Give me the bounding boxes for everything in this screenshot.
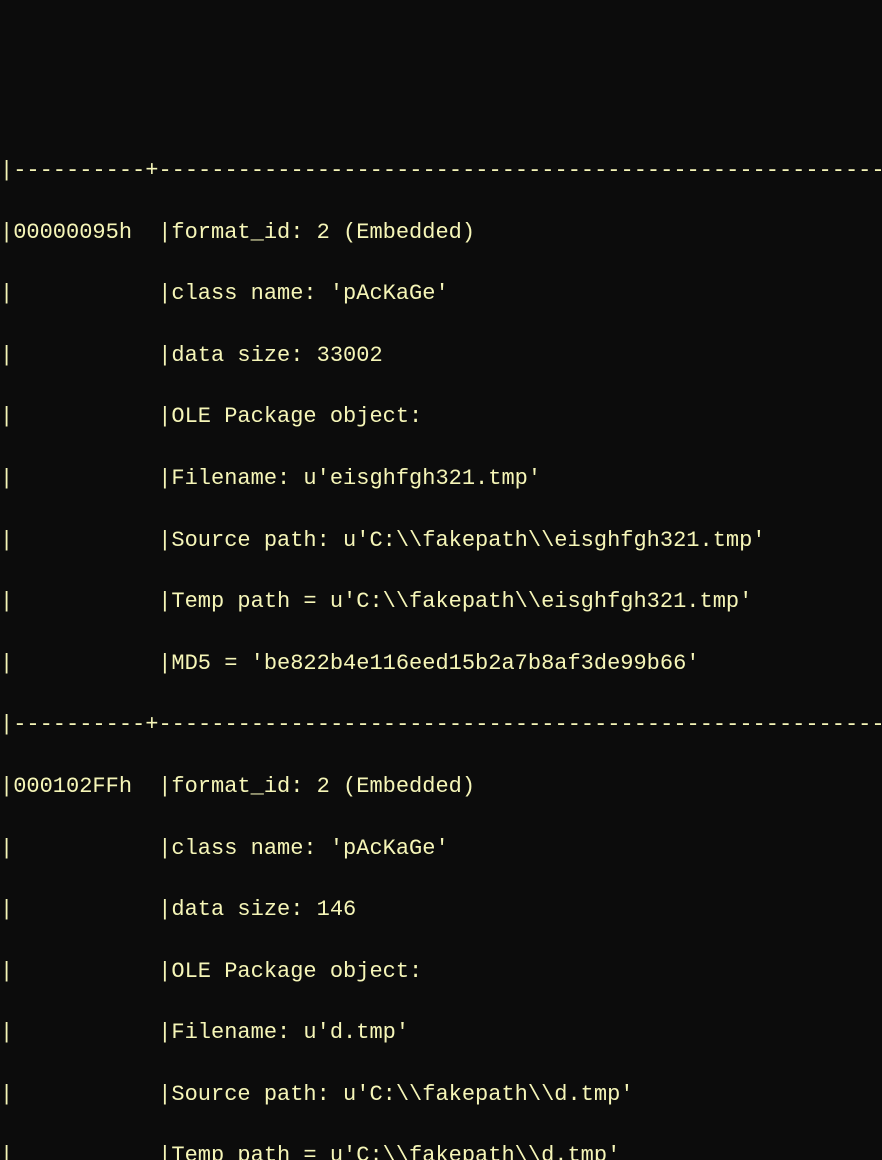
md5-cell: MD5 = 'be822b4e116eed15b2a7b8af3de99b66' (171, 649, 699, 680)
temp-path-cell: Temp path = u'C:\\fakepath\\eisghfgh321.… (171, 587, 752, 618)
filename-cell: Filename: u'd.tmp' (171, 1018, 409, 1049)
offset-cell: 000102FFh (13, 772, 158, 803)
divider-left: ---------- (13, 710, 145, 741)
ole-header-cell: OLE Package object: (171, 957, 422, 988)
offset-cell: 00000095h (13, 218, 158, 249)
terminal-output: |----------+----------------------------… (0, 125, 882, 1160)
filename-cell: Filename: u'eisghfgh321.tmp' (171, 464, 541, 495)
divider-left: ---------- (13, 156, 145, 187)
entry-row: ||MD5 = 'be822b4e116eed15b2a7b8af3de99b6… (0, 649, 882, 680)
class-name-cell: class name: 'pAcKaGe' (171, 279, 448, 310)
format-id-cell: format_id: 2 (Embedded) (171, 772, 475, 803)
entry-row: ||class name: 'pAcKaGe' (0, 834, 882, 865)
entry-row: ||data size: 146 (0, 895, 882, 926)
entry-row: |000102FFh|format_id: 2 (Embedded) (0, 772, 882, 803)
class-name-cell: class name: 'pAcKaGe' (171, 834, 448, 865)
entry-row: |00000095h|format_id: 2 (Embedded) (0, 218, 882, 249)
entry-row: ||class name: 'pAcKaGe' (0, 279, 882, 310)
divider-right: ----------------------------------------… (158, 156, 882, 187)
divider-row: |----------+----------------------------… (0, 710, 882, 741)
divider-row: |----------+----------------------------… (0, 156, 882, 187)
ole-header-cell: OLE Package object: (171, 402, 422, 433)
source-path-cell: Source path: u'C:\\fakepath\\d.tmp' (171, 1080, 633, 1111)
source-path-cell: Source path: u'C:\\fakepath\\eisghfgh321… (171, 526, 765, 557)
entry-row: ||Temp path = u'C:\\fakepath\\d.tmp' (0, 1141, 882, 1160)
data-size-cell: data size: 33002 (171, 341, 382, 372)
entry-row: ||Temp path = u'C:\\fakepath\\eisghfgh32… (0, 587, 882, 618)
entry-row: ||Filename: u'eisghfgh321.tmp' (0, 464, 882, 495)
data-size-cell: data size: 146 (171, 895, 356, 926)
format-id-cell: format_id: 2 (Embedded) (171, 218, 475, 249)
entry-row: ||OLE Package object: (0, 402, 882, 433)
entry-row: ||Source path: u'C:\\fakepath\\eisghfgh3… (0, 526, 882, 557)
entry-row: ||OLE Package object: (0, 957, 882, 988)
divider-right: ----------------------------------------… (158, 710, 882, 741)
temp-path-cell: Temp path = u'C:\\fakepath\\d.tmp' (171, 1141, 620, 1160)
entry-row: ||Filename: u'd.tmp' (0, 1018, 882, 1049)
entry-row: ||Source path: u'C:\\fakepath\\d.tmp' (0, 1080, 882, 1111)
entry-row: ||data size: 33002 (0, 341, 882, 372)
